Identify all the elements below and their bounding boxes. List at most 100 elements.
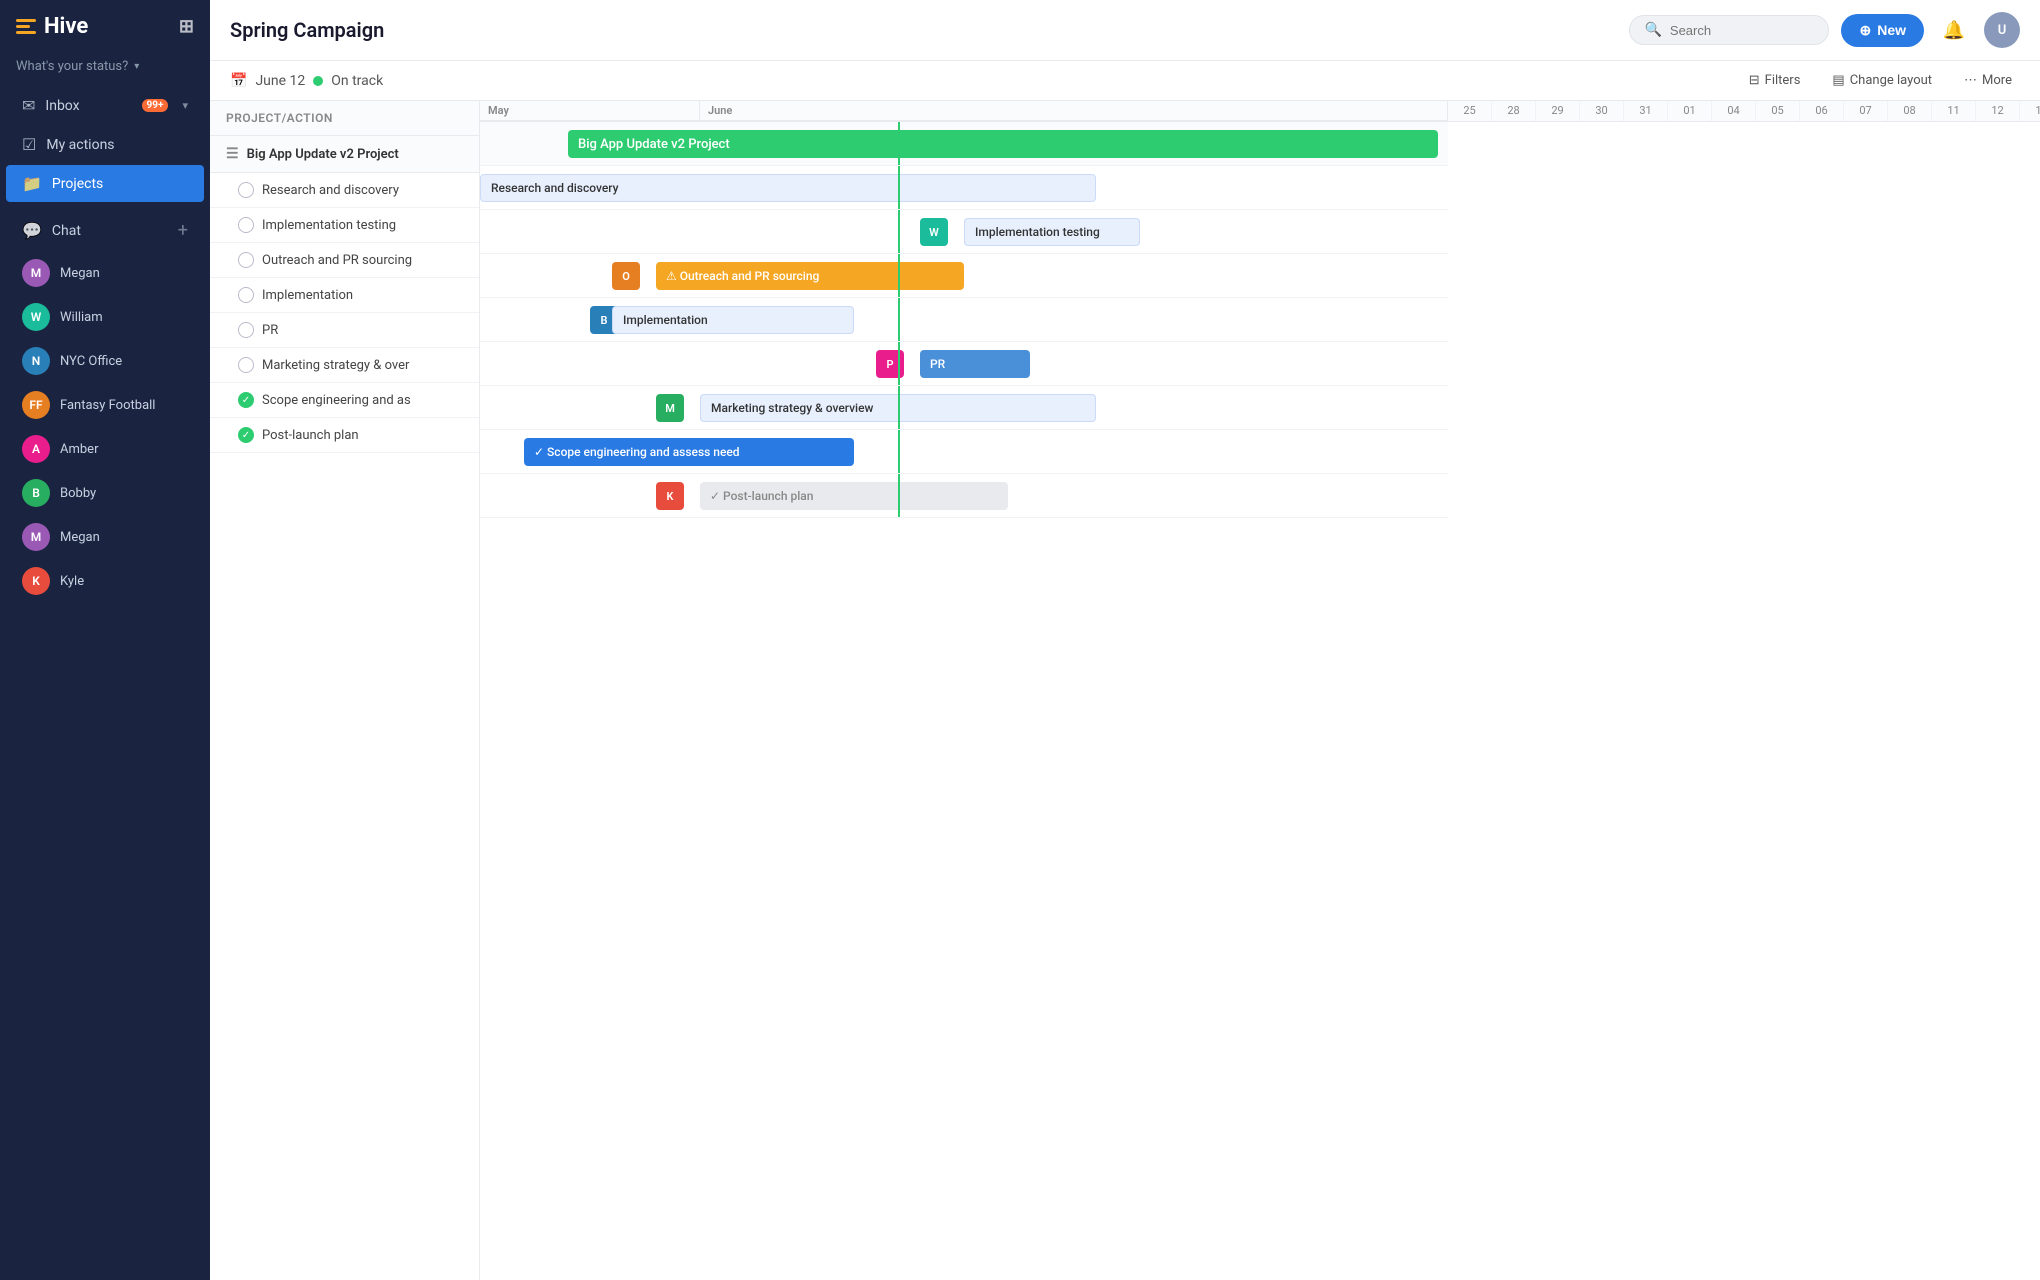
sidebar-item-kyle[interactable]: K Kyle bbox=[6, 560, 204, 602]
group-label: Fantasy Football bbox=[60, 398, 155, 413]
projects-icon: 📁 bbox=[22, 174, 42, 193]
gantt-day-label: 07 bbox=[1844, 101, 1888, 121]
gantt-day-label: 11 bbox=[1932, 101, 1976, 121]
date-label: June 12 bbox=[255, 73, 305, 89]
task-row[interactable]: PR bbox=[210, 313, 479, 348]
gantt-bar[interactable]: Research and discovery bbox=[480, 174, 1096, 202]
group-label: Amber bbox=[60, 442, 98, 457]
more-button[interactable]: ⋯ More bbox=[1956, 69, 2020, 92]
new-button[interactable]: ⊕ New bbox=[1841, 14, 1924, 47]
task-check-icon bbox=[238, 322, 254, 338]
sidebar-item-label: Chat bbox=[52, 223, 81, 239]
main-content: Spring Campaign 🔍 ⊕ New 🔔 U 📅 June 12 On… bbox=[210, 0, 2040, 1280]
avatar-megan: M bbox=[22, 259, 50, 287]
avatar-kyle: K bbox=[22, 567, 50, 595]
task-row[interactable]: ✓ Post-launch plan bbox=[210, 418, 479, 453]
sidebar-item-megan2[interactable]: M Megan bbox=[6, 516, 204, 558]
actions-icon: ☑ bbox=[22, 135, 36, 154]
gantt-task-row: O⚠ Outreach and PR sourcing bbox=[480, 254, 1448, 298]
gantt-task-row: Research and discovery bbox=[480, 166, 1448, 210]
sidebar-item-bobby[interactable]: B Bobby bbox=[6, 472, 204, 514]
inbox-badge: 99+ bbox=[142, 99, 169, 112]
task-check-icon: ✓ bbox=[238, 427, 254, 443]
task-row[interactable]: Outreach and PR sourcing bbox=[210, 243, 479, 278]
sidebar-item-inbox[interactable]: ✉ Inbox 99+ ▾ bbox=[6, 87, 204, 124]
gantt-chart[interactable]: MayJune252829303101040506070811121314151… bbox=[480, 101, 2040, 1280]
gantt-bar[interactable]: ⚠ Outreach and PR sourcing bbox=[656, 262, 964, 290]
today-line bbox=[898, 474, 900, 517]
group-label: Bobby bbox=[60, 486, 96, 501]
task-check-icon bbox=[238, 182, 254, 198]
chat-icon: 💬 bbox=[22, 221, 42, 240]
gantt-task-row: BImplementation bbox=[480, 298, 1448, 342]
gantt-day-label: 31 bbox=[1624, 101, 1668, 121]
task-label: PR bbox=[262, 323, 278, 338]
notifications-button[interactable]: 🔔 bbox=[1936, 12, 1972, 48]
filters-label: Filters bbox=[1765, 73, 1801, 88]
gantt-bar[interactable]: Implementation bbox=[612, 306, 854, 334]
avatar-amber: A bbox=[22, 435, 50, 463]
gantt-bar[interactable]: Implementation testing bbox=[964, 218, 1140, 246]
sidebar-item-william[interactable]: W William bbox=[6, 296, 204, 338]
sidebar-item-my-actions[interactable]: ☑ My actions bbox=[6, 126, 204, 163]
group-label: Megan bbox=[60, 266, 100, 281]
task-row[interactable]: Implementation bbox=[210, 278, 479, 313]
status-bar[interactable]: What's your status? ▾ bbox=[0, 53, 210, 86]
gantt-avatar: K bbox=[656, 482, 684, 510]
gantt-day-label: 06 bbox=[1800, 101, 1844, 121]
sidebar-item-fantasy-football[interactable]: FF Fantasy Football bbox=[6, 384, 204, 426]
gantt-project-row: Big App Update v2 Project bbox=[480, 122, 1448, 166]
search-icon: 🔍 bbox=[1644, 22, 1661, 38]
sidebar-item-nyc-office[interactable]: N NYC Office bbox=[6, 340, 204, 382]
filters-button[interactable]: ⊟ Filters bbox=[1741, 69, 1809, 92]
task-row[interactable]: Implementation testing bbox=[210, 208, 479, 243]
gantt-bar[interactable]: ✓ Scope engineering and assess need bbox=[524, 438, 854, 466]
subbar-right: ⊟ Filters ▤ Change layout ⋯ More bbox=[1741, 69, 2020, 92]
group-label: Megan bbox=[60, 530, 100, 545]
gantt-header: MayJune252829303101040506070811121314151… bbox=[480, 101, 2040, 122]
chevron-down-icon: ▾ bbox=[134, 61, 139, 72]
gantt-task-row: PPR bbox=[480, 342, 1448, 386]
sidebar-item-label: Inbox bbox=[45, 98, 79, 114]
task-label: Research and discovery bbox=[262, 183, 399, 198]
gantt-day-label: 30 bbox=[1580, 101, 1624, 121]
user-avatar[interactable]: U bbox=[1984, 12, 2020, 48]
sidebar-item-chat[interactable]: 💬 Chat + bbox=[6, 211, 204, 250]
task-row[interactable]: Research and discovery bbox=[210, 173, 479, 208]
avatar-nyc: N bbox=[22, 347, 50, 375]
subbar: 📅 June 12 On track ⊟ Filters ▤ Change la… bbox=[210, 61, 2040, 101]
group-label: NYC Office bbox=[60, 354, 122, 369]
task-row[interactable]: ✓ Scope engineering and as bbox=[210, 383, 479, 418]
gantt-task-row: K ✓ Post-launch plan bbox=[480, 474, 1448, 518]
task-check-icon bbox=[238, 357, 254, 373]
plus-icon: ⊕ bbox=[1859, 22, 1871, 39]
topbar: Spring Campaign 🔍 ⊕ New 🔔 U bbox=[210, 0, 2040, 61]
gantt-bar[interactable]: PR bbox=[920, 350, 1030, 378]
today-line bbox=[898, 254, 900, 297]
search-input[interactable] bbox=[1670, 23, 1810, 38]
task-check-icon bbox=[238, 287, 254, 303]
sidebar-item-amber[interactable]: A Amber bbox=[6, 428, 204, 470]
gantt-day-label: 29 bbox=[1536, 101, 1580, 121]
grid-icon[interactable]: ⊞ bbox=[179, 16, 194, 37]
sidebar-logo: Hive ⊞ bbox=[0, 0, 210, 53]
gantt-task-row: ✓ Scope engineering and assess need bbox=[480, 430, 1448, 474]
search-box[interactable]: 🔍 bbox=[1629, 15, 1829, 45]
sidebar-item-projects[interactable]: 📁 Projects bbox=[6, 165, 204, 202]
task-label: Outreach and PR sourcing bbox=[262, 253, 412, 268]
gantt-day-label: 28 bbox=[1492, 101, 1536, 121]
today-line bbox=[898, 430, 900, 473]
gantt-bar[interactable]: ✓ Post-launch plan bbox=[700, 482, 1008, 510]
task-row[interactable]: Marketing strategy & over bbox=[210, 348, 479, 383]
status-label: On track bbox=[331, 73, 383, 89]
change-layout-button[interactable]: ▤ Change layout bbox=[1824, 69, 1940, 92]
gantt-day-label: 01 bbox=[1668, 101, 1712, 121]
logo-text: Hive bbox=[44, 14, 88, 39]
sidebar-item-megan[interactable]: M Megan bbox=[6, 252, 204, 294]
today-line bbox=[898, 210, 900, 253]
project-folder-icon: ☰ bbox=[226, 146, 239, 162]
add-chat-icon[interactable]: + bbox=[178, 220, 188, 241]
avatar-ff: FF bbox=[22, 391, 50, 419]
project-row[interactable]: ☰ Big App Update v2 Project bbox=[210, 136, 479, 173]
project-name: Big App Update v2 Project bbox=[247, 147, 399, 162]
